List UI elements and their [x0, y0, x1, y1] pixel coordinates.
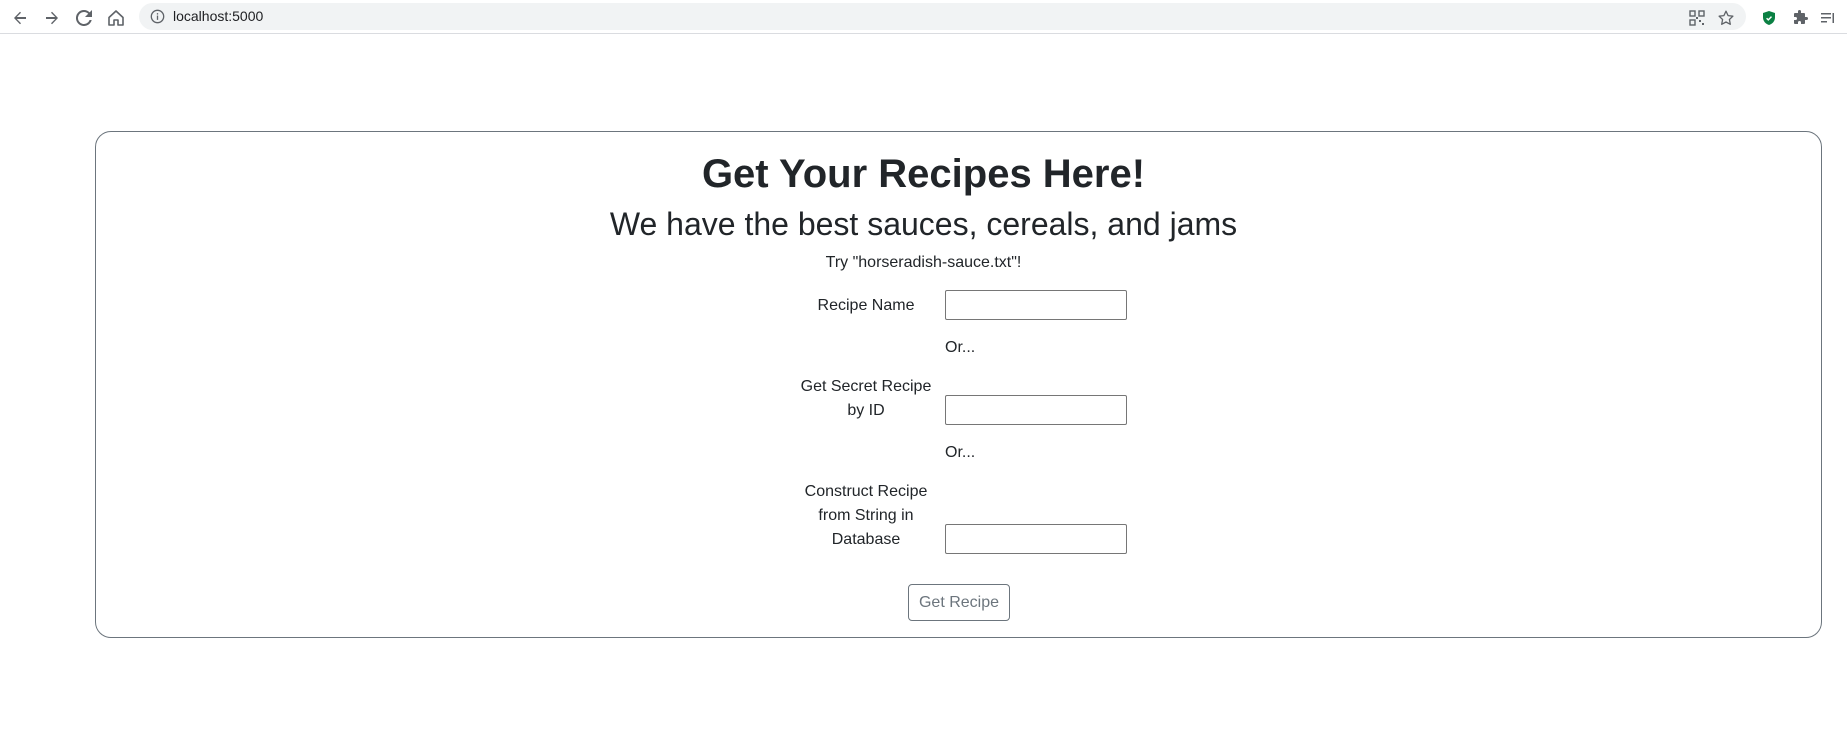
url-text[interactable]: localhost:5000 [173, 3, 263, 30]
recipe-name-input[interactable] [945, 290, 1127, 320]
qr-code-icon [1689, 10, 1705, 26]
star-icon [1718, 10, 1734, 25]
back-button[interactable] [7, 5, 33, 31]
qr-code-button[interactable] [1685, 6, 1709, 30]
page-subtitle: We have the best sauces, cereals, and ja… [609, 206, 1238, 242]
shield-icon [1763, 11, 1775, 25]
get-recipe-button[interactable]: Get Recipe [908, 584, 1010, 621]
page-title: Get Your Recipes Here! [701, 152, 1146, 196]
browser-toolbar: localhost:5000 [0, 0, 1847, 34]
reload-icon [76, 10, 92, 26]
hint-text: Try "horseradish-sauce.txt"! [825, 254, 1022, 271]
reading-list-button[interactable] [1815, 5, 1841, 31]
bookmark-button[interactable] [1714, 6, 1738, 30]
construct-recipe-label: Construct Recipe from String in Database [804, 483, 928, 548]
or-separator-1: Or... [945, 339, 976, 356]
extension-shield-button[interactable] [1756, 5, 1782, 31]
arrow-left-icon [14, 11, 26, 25]
reading-list-icon [1821, 13, 1834, 23]
secret-id-label: Get Secret Recipe by ID [800, 378, 932, 419]
recipe-name-label: Recipe Name [817, 297, 915, 314]
extensions-button[interactable] [1787, 5, 1813, 31]
secret-id-input[interactable] [945, 395, 1127, 425]
forward-button[interactable] [39, 5, 65, 31]
home-button[interactable] [103, 5, 129, 31]
puzzle-icon [1794, 10, 1808, 24]
construct-recipe-input[interactable] [945, 524, 1127, 554]
or-separator-2: Or... [945, 444, 976, 461]
home-icon [108, 10, 124, 26]
arrow-right-icon [46, 11, 58, 25]
info-icon[interactable] [150, 9, 165, 24]
reload-button[interactable] [71, 5, 97, 31]
address-bar[interactable]: localhost:5000 [139, 3, 1746, 30]
